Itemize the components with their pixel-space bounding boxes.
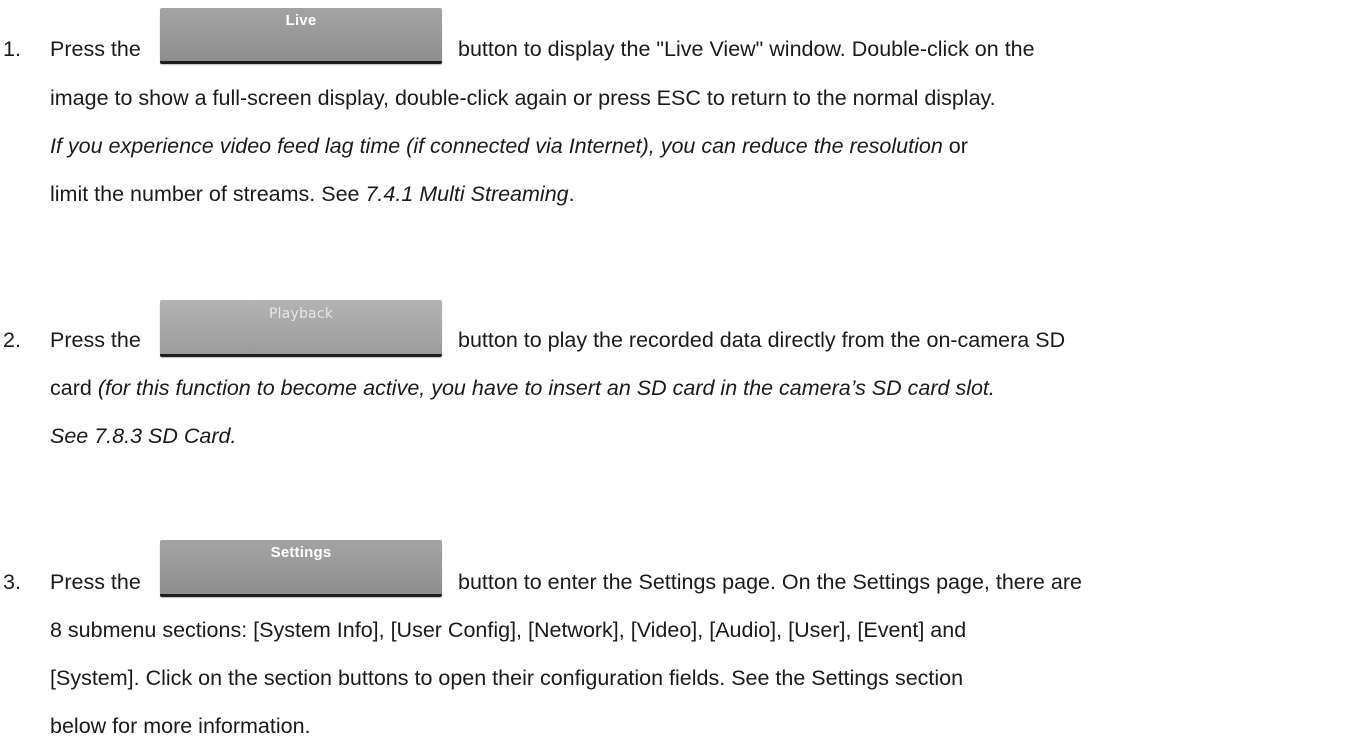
live-button[interactable]: Live [160, 8, 442, 64]
settings-button[interactable]: Settings [160, 540, 442, 597]
playback-button[interactable]: Playback [160, 300, 442, 357]
item-line-2-text: 8 submenu sections: [System Info], [User… [50, 618, 967, 642]
item-lead-text: Press the [50, 37, 141, 61]
item-line-1-text: button to enter the Settings page. On th… [458, 570, 1082, 594]
italic-note: (for this function to become active, you… [97, 376, 995, 400]
item-line-4-text: below for more information. [50, 714, 311, 738]
item-line-2-text: card (for this function to become active… [50, 372, 995, 404]
item-line-3-tail: or [942, 134, 968, 158]
item-line-4-text: limit the number of streams. See 7.4.1 M… [50, 178, 575, 210]
item-line-1-text: button to play the recorded data directl… [458, 328, 1066, 352]
item-line-2-pre: card [50, 376, 98, 400]
item-lead-text: Press the [50, 570, 141, 594]
item-line-3-text: See 7.8.3 SD Card. [50, 424, 237, 448]
item-number: 1. [3, 37, 21, 61]
item-number: 2. [3, 328, 21, 352]
item-number: 3. [3, 570, 21, 594]
item-line-2-text: image to show a full-screen display, dou… [50, 86, 996, 110]
item-line-4-post: . [568, 182, 575, 206]
item-lead-text: Press the [50, 328, 141, 352]
section-reference: 7.4.1 Multi Streaming [365, 182, 569, 206]
item-line-3-text: [System]. Click on the section buttons t… [50, 666, 964, 690]
italic-note: If you experience video feed lag time (i… [50, 134, 943, 158]
item-line-4-pre: limit the number of streams. See [50, 182, 366, 206]
item-line-1-text: button to display the "Live View" window… [458, 37, 1035, 61]
item-line-3-text: If you experience video feed lag time (i… [50, 130, 968, 162]
